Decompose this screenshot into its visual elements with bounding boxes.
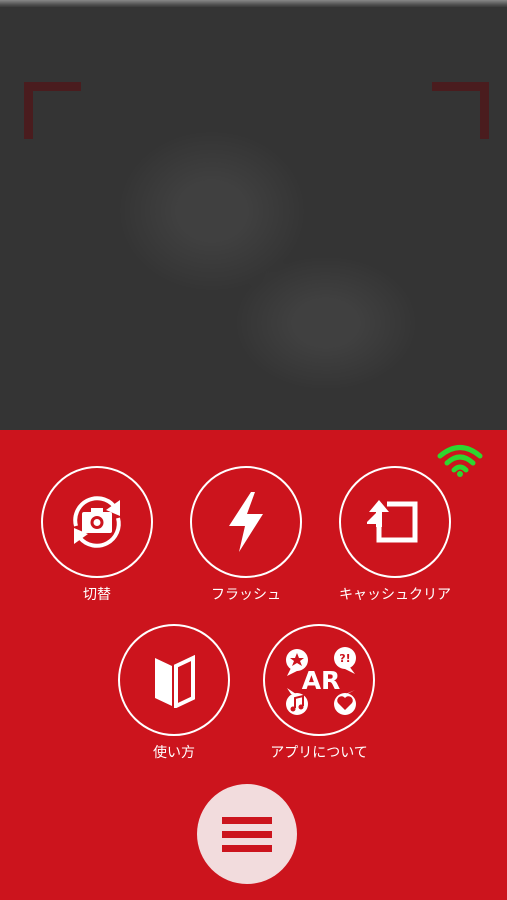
flash-label: フラッシュ — [211, 587, 281, 603]
wifi-signal-icon — [437, 445, 483, 477]
menu-button[interactable] — [197, 784, 297, 884]
scan-frame-corner-top-right — [432, 82, 489, 139]
lightning-icon — [229, 492, 263, 552]
about-app-label: アプリについて — [270, 745, 368, 761]
clear-cache-icon — [367, 500, 418, 543]
flash-button[interactable] — [190, 466, 302, 578]
beginner-mark-icon — [155, 654, 195, 708]
camera-switch-icon — [73, 496, 121, 548]
how-to-use-label: 使い方 — [153, 745, 195, 761]
bubble-text: ?! — [339, 652, 350, 665]
switch-camera-button[interactable] — [41, 466, 153, 578]
how-to-use-button[interactable] — [118, 624, 230, 736]
ar-badge-text: AR — [302, 666, 341, 695]
scan-frame-corner-top-left — [24, 82, 81, 139]
hamburger-menu-icon — [197, 784, 297, 884]
top-status-strip — [0, 0, 507, 7]
camera-preview — [0, 7, 507, 430]
cache-clear-label: キャッシュクリア — [339, 587, 451, 603]
camera-image — [60, 127, 440, 407]
cache-clear-button[interactable] — [339, 466, 451, 578]
ar-icon: ?! AR — [286, 647, 356, 715]
about-app-button[interactable]: ?! AR — [263, 624, 375, 736]
switch-camera-label: 切替 — [83, 587, 111, 603]
